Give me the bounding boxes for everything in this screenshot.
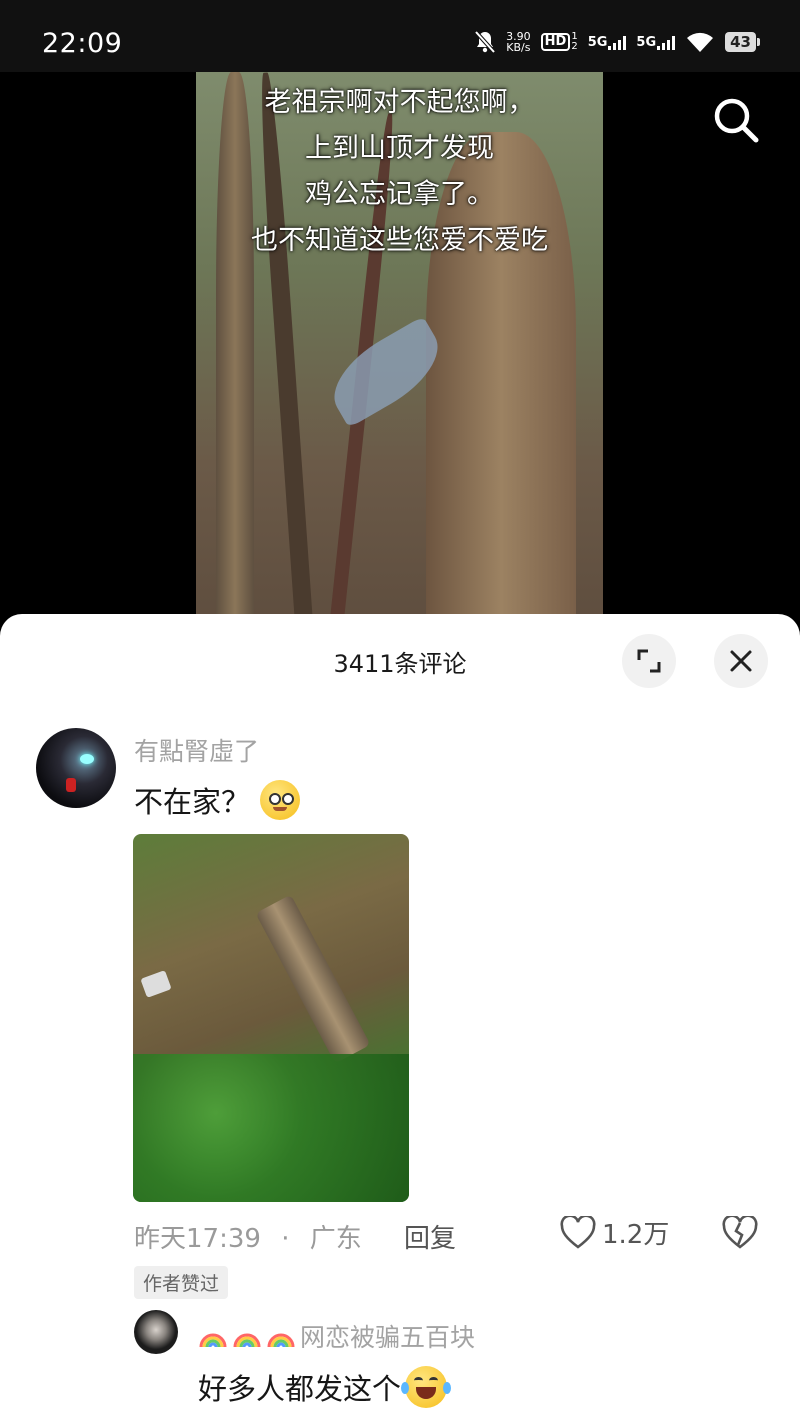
meta-separator: · xyxy=(281,1224,290,1254)
caption-line: 老祖宗啊对不起您啊， xyxy=(264,87,535,118)
status-bar: 22:09 3.90 KB/s HD 1 2 5G 5G 43 xyxy=(0,0,800,72)
network-speed: 3.90 KB/s xyxy=(506,31,531,53)
comment-text: 不在家？ xyxy=(134,779,301,821)
search-icon xyxy=(714,98,759,143)
caption-line: 上到山顶才发现 xyxy=(305,133,494,164)
comment-meta: 昨天17:39 · 广东 xyxy=(134,1218,362,1255)
rainbow-emoji-icon xyxy=(199,1333,227,1348)
like-button[interactable]: 1.2万 xyxy=(560,1214,669,1251)
comments-sheet: 3411条评论 有點腎虛了 不在家？ 昨天17:39 · 广东 回复 1.2万 … xyxy=(0,614,800,1422)
avatar[interactable] xyxy=(36,728,116,808)
battery-indicator: 43 xyxy=(725,32,760,52)
dislike-button[interactable] xyxy=(722,1214,758,1254)
net-b-label: 5G xyxy=(636,34,657,50)
rainbow-emoji-icon xyxy=(267,1333,295,1348)
video-frame[interactable]: 老祖宗啊对不起您啊， 上到山顶才发现 鸡公忘记拿了。 也不知道这些您爱不爱吃 xyxy=(196,72,603,632)
hd-sims: 1 2 xyxy=(571,32,577,52)
expand-button[interactable] xyxy=(622,634,676,688)
comment-username[interactable]: 有點腎虛了 xyxy=(134,732,259,768)
expand-icon xyxy=(637,649,661,673)
status-icons: 3.90 KB/s HD 1 2 5G 5G 43 xyxy=(474,30,760,54)
comments-count-title: 3411条评论 xyxy=(333,650,467,678)
author-liked-badge: 作者赞过 xyxy=(134,1266,229,1299)
reply-text-content: 好多人都发这个 xyxy=(198,1372,402,1406)
sim-b: 2 xyxy=(571,41,578,52)
status-time: 22:09 xyxy=(42,28,123,59)
reply-username: 网恋被骗五百块 xyxy=(300,1323,476,1352)
hd-label: HD xyxy=(540,33,571,51)
caption-line: 鸡公忘记拿了。 xyxy=(305,179,494,210)
close-icon xyxy=(730,650,752,672)
rainbow-emoji-icon xyxy=(233,1333,261,1348)
stone-slab xyxy=(255,894,371,1064)
laughing-tears-emoji-icon xyxy=(401,1366,452,1408)
foliage xyxy=(133,1054,409,1202)
wifi-icon xyxy=(687,32,714,52)
stone xyxy=(140,970,172,998)
net-a-label: 5G xyxy=(587,34,608,50)
reply-username-row[interactable]: 网恋被骗五百块 xyxy=(198,1318,475,1354)
avatar-eye xyxy=(80,754,94,764)
reply-text: 好多人都发这个 xyxy=(198,1366,452,1408)
heart-icon xyxy=(560,1215,596,1249)
caption-line: 也不知道这些您爱不爱吃 xyxy=(251,225,548,256)
avatar-detail xyxy=(66,778,76,792)
broken-heart-icon xyxy=(722,1214,758,1249)
comment-image[interactable] xyxy=(133,834,409,1202)
speed-unit: KB/s xyxy=(506,41,531,54)
search-button[interactable] xyxy=(710,94,762,146)
mute-bell-icon xyxy=(474,30,496,54)
signal-bars-icon xyxy=(657,35,676,50)
hd-indicator: HD 1 2 xyxy=(540,32,578,52)
video-caption: 老祖宗啊对不起您啊， 上到山顶才发现 鸡公忘记拿了。 也不知道这些您爱不爱吃 xyxy=(196,80,603,264)
comment-location: 广东 xyxy=(309,1224,362,1254)
signal-5g-a: 5G xyxy=(588,35,627,50)
video-player[interactable]: 老祖宗啊对不起您啊， 上到山顶才发现 鸡公忘记拿了。 也不知道这些您爱不爱吃 xyxy=(0,72,800,632)
reply-avatar[interactable] xyxy=(134,1310,178,1354)
dizzy-face-emoji-icon xyxy=(260,780,301,820)
signal-5g-b: 5G xyxy=(636,34,676,50)
close-button[interactable] xyxy=(714,634,768,688)
signal-bars-icon xyxy=(608,35,627,50)
comment-text-content: 不在家？ xyxy=(134,785,251,819)
reply-button[interactable]: 回复 xyxy=(404,1218,456,1255)
like-count: 1.2万 xyxy=(602,1220,670,1250)
comment-timestamp: 昨天17:39 xyxy=(134,1224,261,1254)
